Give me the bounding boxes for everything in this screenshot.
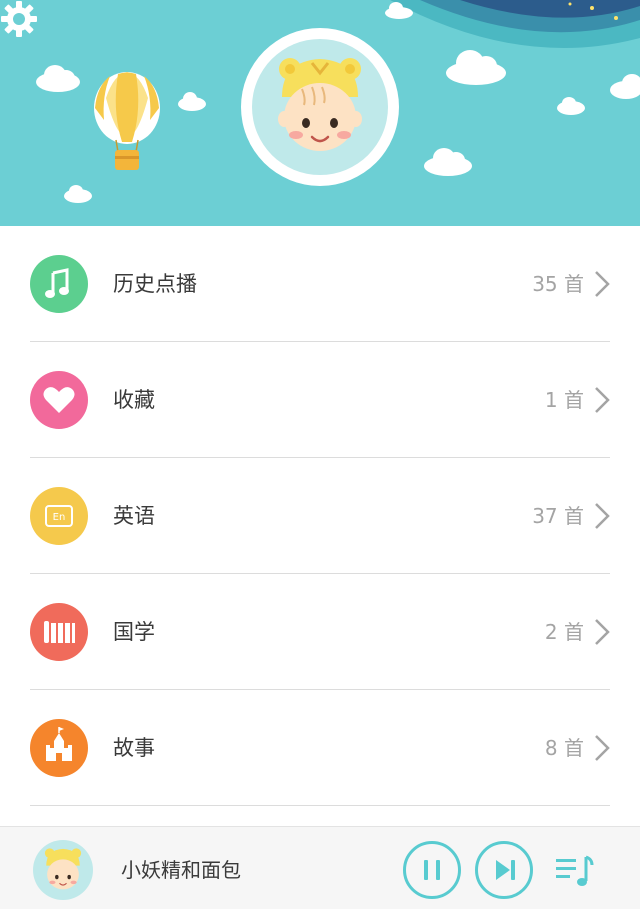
header-banner: [0, 0, 640, 226]
menu-count: 37 首: [532, 504, 584, 528]
menu-label: 故事: [113, 736, 155, 760]
castle-icon: [30, 719, 88, 777]
menu-label: 收藏: [113, 388, 155, 412]
menu-item-history[interactable]: 历史点播 35 首: [0, 226, 640, 342]
menu-list: 历史点播 35 首 收藏 1 首 En 英语 37 首 国学 2 首 故事 8 …: [0, 226, 640, 806]
chevron-right-icon: [595, 271, 610, 297]
english-book-icon: En: [30, 487, 88, 545]
menu-item-stories[interactable]: 故事 8 首: [0, 690, 640, 806]
menu-count: 8 首: [544, 736, 584, 760]
bamboo-scroll-icon: [30, 603, 88, 661]
now-playing-cover[interactable]: [33, 840, 93, 900]
svg-text:En: En: [53, 512, 66, 523]
pause-icon: [424, 860, 440, 880]
menu-count: 2 首: [544, 620, 584, 644]
baby-face-icon: [44, 848, 82, 890]
hot-air-balloon-icon: [94, 72, 160, 170]
menu-count: 1 首: [544, 388, 584, 412]
heart-icon: [30, 371, 88, 429]
now-playing-title: 小妖精和面包: [121, 858, 241, 882]
skip-next-icon: [496, 860, 515, 880]
menu-label: 历史点播: [113, 272, 197, 296]
chevron-right-icon: [595, 735, 610, 761]
menu-label: 英语: [113, 504, 155, 528]
divider: [30, 805, 610, 806]
playlist-icon[interactable]: [554, 853, 594, 889]
menu-count: 35 首: [532, 272, 584, 296]
pause-button[interactable]: [403, 841, 461, 899]
next-track-button[interactable]: [475, 841, 533, 899]
chevron-right-icon: [595, 503, 610, 529]
music-note-icon: [30, 255, 88, 313]
mini-player: 小妖精和面包: [0, 826, 640, 909]
menu-item-english[interactable]: En 英语 37 首: [0, 458, 640, 574]
menu-item-favorites[interactable]: 收藏 1 首: [0, 342, 640, 458]
profile-avatar[interactable]: [241, 28, 399, 186]
avatar-image: [252, 39, 388, 175]
menu-item-guoxue[interactable]: 国学 2 首: [0, 574, 640, 690]
gear-icon[interactable]: [0, 0, 38, 38]
chevron-right-icon: [595, 619, 610, 645]
menu-label: 国学: [113, 620, 155, 644]
chevron-right-icon: [595, 387, 610, 413]
baby-face-icon: [278, 58, 362, 151]
